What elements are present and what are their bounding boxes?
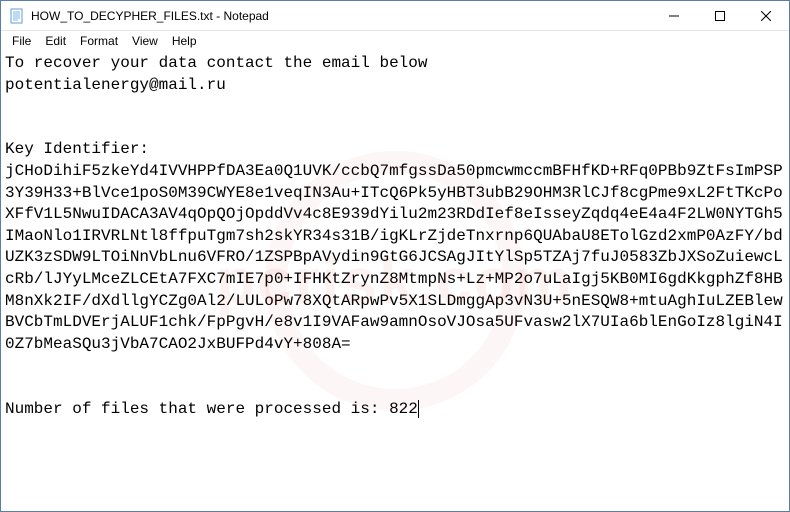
titlebar: HOW_TO_DECYPHER_FILES.txt - Notepad <box>1 1 789 31</box>
text-line: To recover your data contact the email b… <box>5 54 427 72</box>
menu-edit[interactable]: Edit <box>38 32 73 50</box>
menu-format[interactable]: Format <box>73 32 125 50</box>
window-controls <box>651 1 789 31</box>
menu-file[interactable]: File <box>5 32 38 50</box>
footer-count: 822 <box>389 400 418 418</box>
menu-view[interactable]: View <box>125 32 165 50</box>
minimize-button[interactable] <box>651 1 697 31</box>
menu-help[interactable]: Help <box>165 32 204 50</box>
notepad-window: HOW_TO_DECYPHER_FILES.txt - Notepad File… <box>0 0 790 512</box>
text-area[interactable]: pcrisk.comTo recover your data contact t… <box>1 51 789 511</box>
key-identifier-value: jCHoDihiF5zkeYd4IVVHPPfDA3Ea0Q1UVK/ccbQ7… <box>5 162 783 353</box>
menubar: File Edit Format View Help <box>1 31 789 51</box>
window-title: HOW_TO_DECYPHER_FILES.txt - Notepad <box>31 9 651 23</box>
footer-prefix: Number of files that were processed is: <box>5 400 389 418</box>
key-identifier-label: Key Identifier: <box>5 140 149 158</box>
notepad-icon <box>9 8 25 24</box>
text-caret <box>418 400 419 418</box>
maximize-button[interactable] <box>697 1 743 31</box>
close-button[interactable] <box>743 1 789 31</box>
text-line: potentialenergy@mail.ru <box>5 76 226 94</box>
